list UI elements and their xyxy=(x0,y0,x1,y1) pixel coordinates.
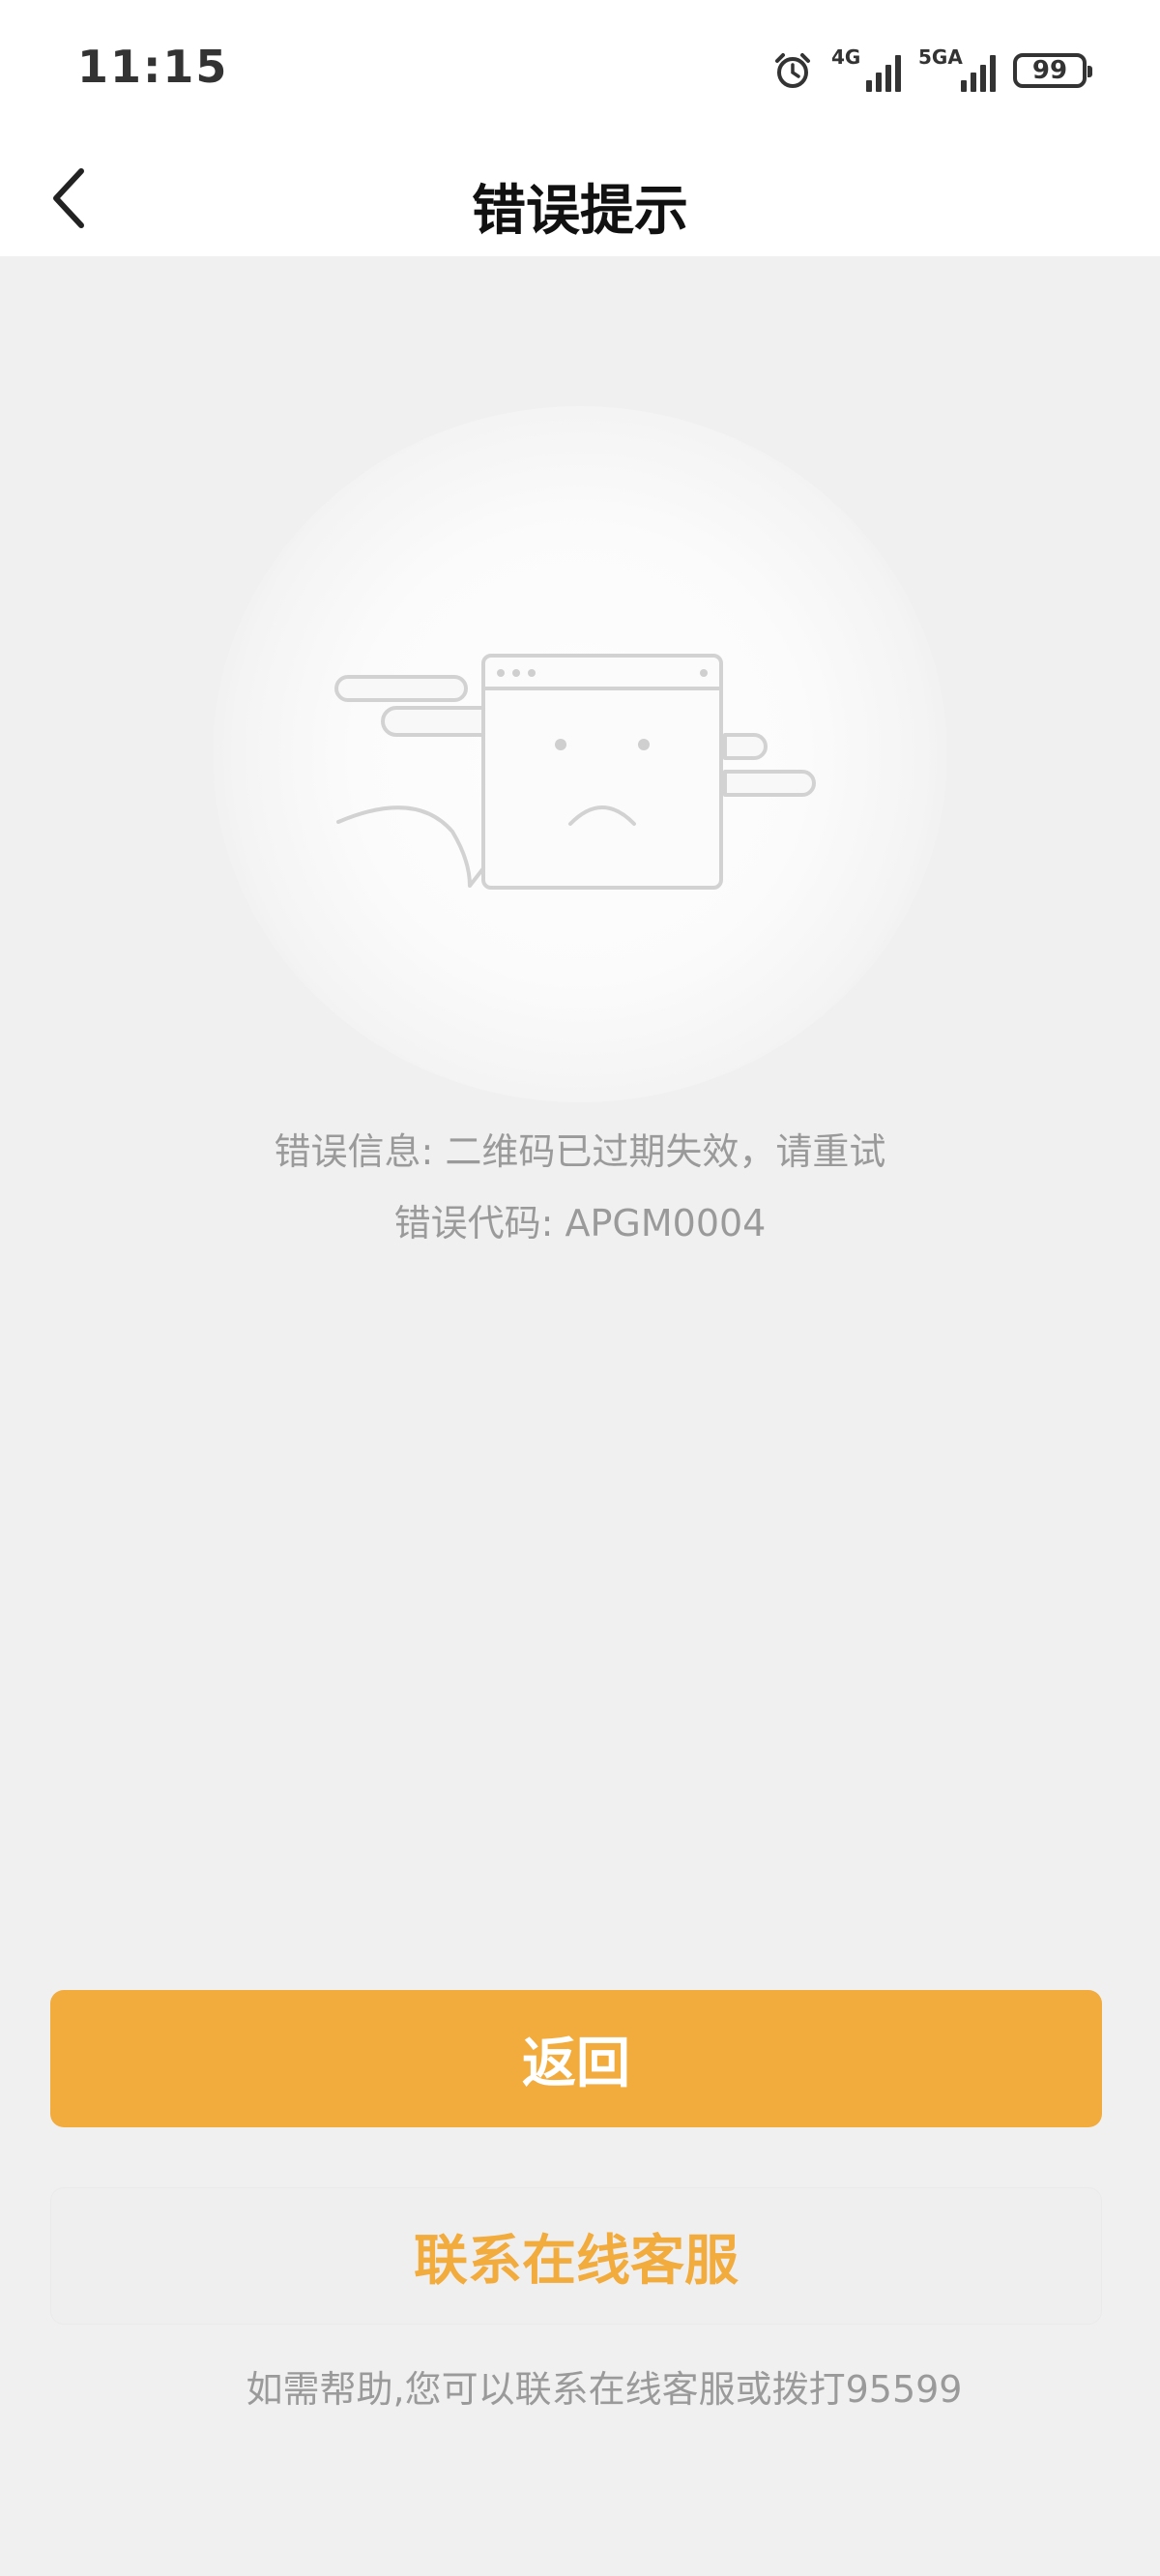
status-time: 11:15 xyxy=(77,41,229,93)
help-text: 如需帮助,您可以联系在线客服或拨打95599 xyxy=(246,2368,963,2411)
signal-4g-icon: 4G xyxy=(831,45,901,92)
error-message: 错误信息: 二维码已过期失效，请重试 xyxy=(274,1130,886,1173)
back-button[interactable]: 返回 xyxy=(50,1990,1102,2127)
contact-support-button[interactable]: 联系在线客服 xyxy=(50,2187,1102,2325)
nav-bar: 错误提示 xyxy=(0,140,1160,256)
alarm-icon xyxy=(771,49,814,92)
error-code: 错误代码: APGM0004 xyxy=(393,1202,767,1244)
status-bar: 11:15 4G 5GA 99 xyxy=(0,0,1160,140)
page-title: 错误提示 xyxy=(472,180,688,243)
signal-5ga-icon: 5GA xyxy=(918,45,996,92)
sad-browser-window-illustration xyxy=(193,406,967,1102)
battery-icon: 99 xyxy=(1013,53,1092,88)
battery-level: 99 xyxy=(1031,56,1068,85)
status-icons: 4G 5GA 99 xyxy=(771,45,1092,95)
network-5ga-label: 5GA xyxy=(918,45,963,69)
network-4g-label: 4G xyxy=(831,45,861,69)
